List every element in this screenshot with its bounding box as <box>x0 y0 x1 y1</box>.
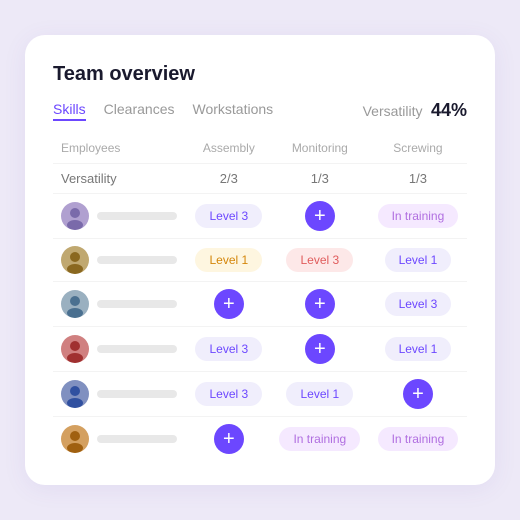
versatility-row: Versatility 2/3 1/3 1/3 <box>53 164 467 194</box>
avatar <box>61 202 89 230</box>
name-bar <box>97 256 177 264</box>
avatar <box>61 425 89 453</box>
badge: Level 3 <box>195 382 262 406</box>
tabs-row: Skills Clearances Workstations Versatili… <box>53 100 467 121</box>
badge: Level 1 <box>385 337 452 361</box>
avatar <box>61 335 89 363</box>
tab-workstations[interactable]: Workstations <box>193 101 274 121</box>
team-overview-card: Team overview Skills Clearances Workstat… <box>25 35 495 485</box>
employee-cell <box>61 380 179 408</box>
avatar <box>61 290 89 318</box>
add-button[interactable]: + <box>403 379 433 409</box>
assembly-frac: 2/3 <box>187 164 271 194</box>
versatility-label: Versatility <box>363 103 423 119</box>
employee-cell <box>61 290 179 318</box>
add-button[interactable]: + <box>214 289 244 319</box>
skills-table: Employees Assembly Monitoring Screwing V… <box>53 135 467 461</box>
table-row: Level 1 Level 3 Level 1 <box>53 239 467 282</box>
table-row: Level 3 + Level 1 <box>53 327 467 372</box>
col-employees: Employees <box>53 135 187 164</box>
badge: Level 1 <box>286 382 353 406</box>
table-row: + + Level 3 <box>53 282 467 327</box>
badge: Level 3 <box>195 204 262 228</box>
badge: Level 3 <box>385 292 452 316</box>
avatar <box>61 380 89 408</box>
employee-cell <box>61 202 179 230</box>
col-assembly: Assembly <box>187 135 271 164</box>
employee-cell <box>61 335 179 363</box>
col-monitoring: Monitoring <box>271 135 369 164</box>
table-row: Level 3 + In training <box>53 194 467 239</box>
table-row: Level 3 Level 1 + <box>53 372 467 417</box>
badge: Level 3 <box>195 337 262 361</box>
add-button[interactable]: + <box>305 201 335 231</box>
badge: In training <box>378 427 459 451</box>
page-title: Team overview <box>53 63 467 86</box>
versatility-value: 44% <box>431 100 467 120</box>
badge: In training <box>279 427 360 451</box>
tab-group: Skills Clearances Workstations <box>53 101 273 121</box>
badge: Level 3 <box>286 248 353 272</box>
name-bar <box>97 212 177 220</box>
versatility-summary: Versatility 44% <box>363 100 467 121</box>
table-row: + In training In training <box>53 417 467 462</box>
employee-cell <box>61 425 179 453</box>
monitoring-frac: 1/3 <box>271 164 369 194</box>
name-bar <box>97 300 177 308</box>
tab-skills[interactable]: Skills <box>53 101 86 121</box>
name-bar <box>97 435 177 443</box>
badge: In training <box>378 204 459 228</box>
name-bar <box>97 390 177 398</box>
screwing-frac: 1/3 <box>369 164 467 194</box>
badge: Level 1 <box>195 248 262 272</box>
employee-cell <box>61 246 179 274</box>
add-button[interactable]: + <box>305 334 335 364</box>
col-screwing: Screwing <box>369 135 467 164</box>
versatility-name: Versatility <box>53 164 187 194</box>
tab-clearances[interactable]: Clearances <box>104 101 175 121</box>
badge: Level 1 <box>385 248 452 272</box>
add-button[interactable]: + <box>214 424 244 454</box>
add-button[interactable]: + <box>305 289 335 319</box>
name-bar <box>97 345 177 353</box>
avatar <box>61 246 89 274</box>
